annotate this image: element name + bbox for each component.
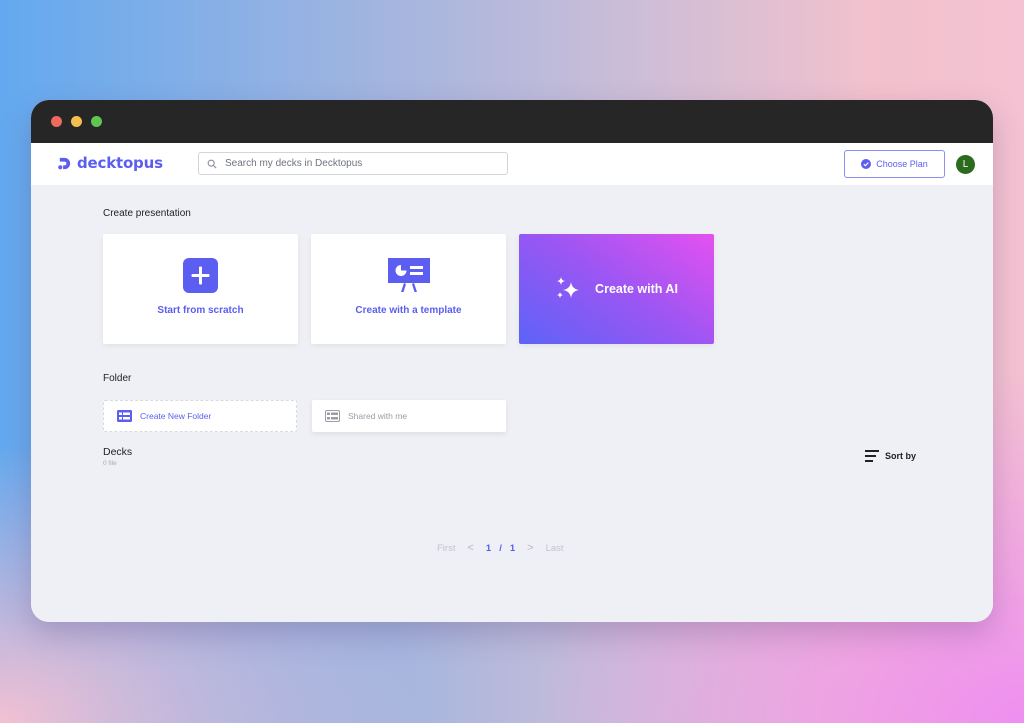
decktopus-logo-icon	[58, 157, 71, 169]
shared-folder-list-icon	[325, 410, 340, 422]
choose-plan-button[interactable]: Choose Plan	[844, 150, 945, 178]
previous-page-button[interactable]: <	[467, 542, 473, 554]
pagination: First < 1 / 1 > Last	[437, 542, 564, 554]
shared-with-me-button[interactable]: Shared with me	[312, 400, 506, 432]
shared-with-me-label: Shared with me	[348, 411, 408, 421]
plus-icon	[183, 257, 218, 293]
search-input[interactable]	[225, 158, 507, 169]
search-bar[interactable]	[198, 152, 508, 175]
first-page-button[interactable]: First	[437, 543, 455, 554]
page-separator: /	[499, 542, 502, 554]
minimize-window-button[interactable]	[71, 116, 82, 127]
create-new-folder-label: Create New Folder	[140, 411, 212, 421]
create-new-folder-button[interactable]: Create New Folder	[103, 400, 297, 432]
start-from-scratch-label: Start from scratch	[157, 305, 244, 316]
sort-by-label: Sort by	[885, 451, 917, 461]
search-icon	[207, 159, 217, 169]
sparkles-icon	[557, 277, 580, 298]
create-with-ai-label: Create with AI	[595, 282, 678, 296]
total-pages: 1	[509, 542, 516, 554]
presentation-board-icon	[387, 258, 430, 292]
create-with-ai-card[interactable]: Create with AI	[519, 234, 714, 344]
current-page: 1	[485, 542, 492, 554]
create-with-template-label: Create with a template	[355, 305, 462, 316]
sort-lines-icon	[865, 450, 879, 462]
maximize-window-button[interactable]	[91, 116, 102, 127]
create-with-template-card[interactable]: Create with a template	[311, 234, 506, 344]
folder-list-icon	[117, 410, 132, 422]
dashboard-content: Create presentation Start from scratch C…	[31, 185, 993, 622]
create-presentation-heading: Create presentation	[103, 208, 191, 219]
window-titlebar	[31, 100, 993, 143]
sort-by-button[interactable]: Sort by	[865, 450, 916, 462]
decks-count: 0 file	[103, 460, 117, 467]
folder-heading: Folder	[103, 373, 132, 384]
browser-window: decktopus Choose Plan L Create presentat…	[31, 100, 993, 622]
decks-heading: Decks	[103, 446, 133, 458]
logo-text: decktopus	[77, 154, 163, 172]
app-header: decktopus Choose Plan L	[31, 143, 993, 185]
logo[interactable]: decktopus	[57, 154, 163, 172]
start-from-scratch-card[interactable]: Start from scratch	[103, 234, 298, 344]
choose-plan-label: Choose Plan	[876, 159, 928, 169]
close-window-button[interactable]	[51, 116, 62, 127]
user-avatar[interactable]: L	[956, 155, 975, 174]
last-page-button[interactable]: Last	[546, 543, 564, 554]
next-page-button[interactable]: >	[527, 542, 533, 554]
check-badge-icon	[861, 159, 872, 169]
